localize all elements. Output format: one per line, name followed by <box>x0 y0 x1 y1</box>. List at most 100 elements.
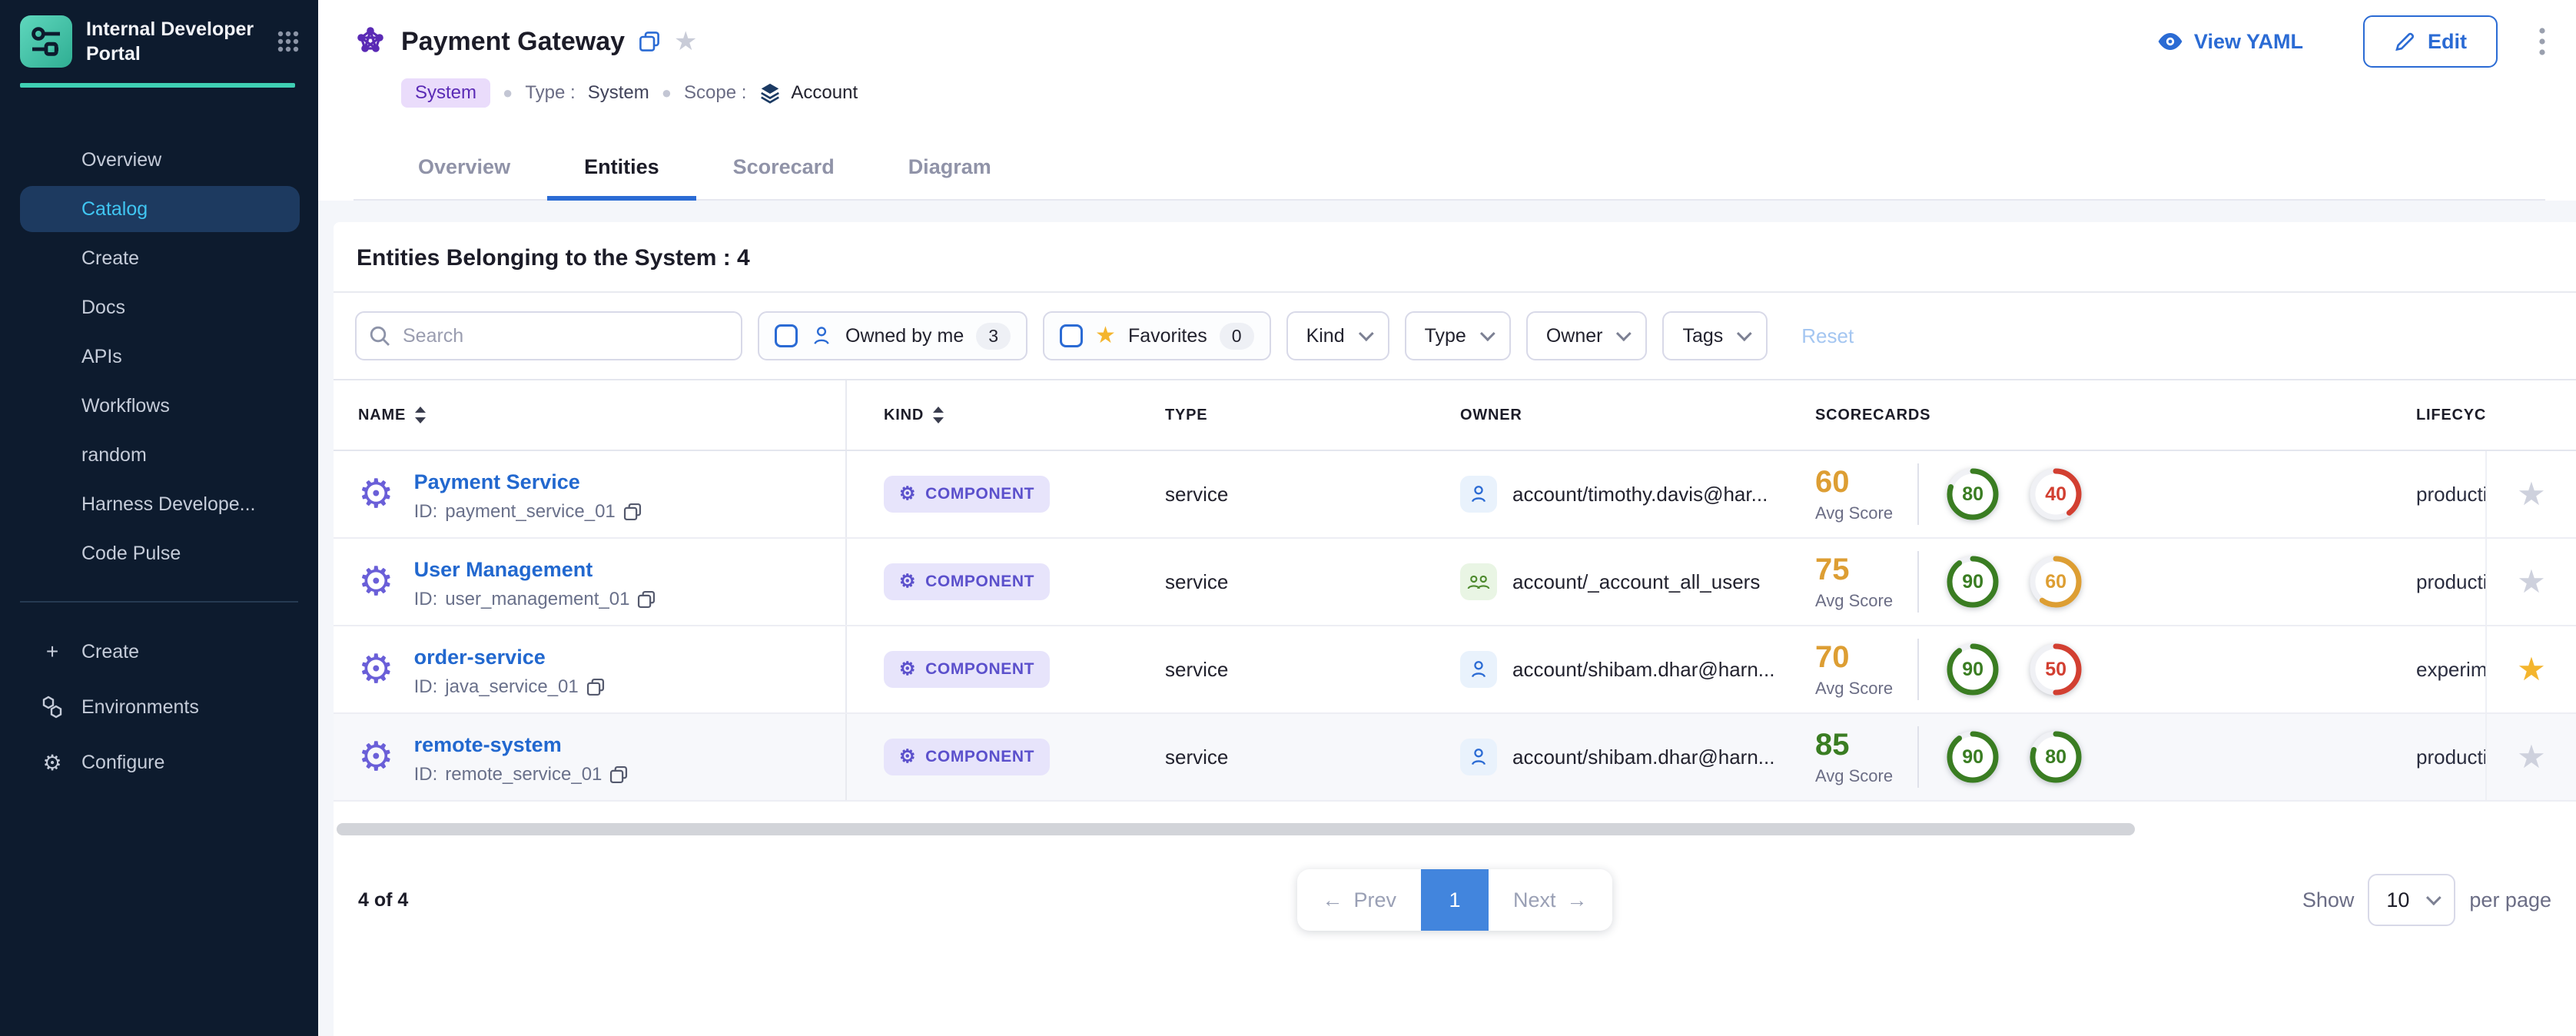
component-gear-icon: ⚙ <box>358 562 394 602</box>
entity-id: java_service_01 <box>445 676 578 698</box>
type-label: Type : <box>525 82 575 104</box>
tab-overview[interactable]: Overview <box>381 138 547 199</box>
favorite-star[interactable]: ★ <box>2517 741 2546 773</box>
edit-label: Edit <box>2428 30 2467 54</box>
column-header-scorecards[interactable]: SCORECARDS <box>1797 407 2398 424</box>
scorecard-gauge[interactable]: 60 <box>2027 553 2085 611</box>
tab-diagram[interactable]: Diagram <box>871 138 1028 199</box>
sidebar-create-button[interactable]: + Create <box>20 629 300 675</box>
sidebar-item-apis[interactable]: APIs <box>20 334 300 380</box>
kind-dropdown[interactable]: Kind <box>1286 311 1389 360</box>
sidebar-item-harness-developer[interactable]: Harness Develope... <box>20 481 300 527</box>
view-yaml-label: View YAML <box>2194 30 2303 54</box>
scorecard-gauge[interactable]: 90 <box>1944 553 2002 611</box>
owned-by-me-checkbox[interactable] <box>775 324 798 347</box>
entity-name-link[interactable]: Payment Service <box>414 470 580 493</box>
edit-button[interactable]: Edit <box>2363 15 2498 68</box>
column-header-kind[interactable]: KIND <box>847 407 1147 424</box>
user-icon <box>810 324 833 347</box>
scorecards-cell: 70 Avg Score 90 50 <box>1797 626 2398 712</box>
tab-bar: Overview Entities Scorecard Diagram <box>354 138 2545 201</box>
table-footer: 4 of 4 ← Prev 1 Next → Show <box>334 869 2576 931</box>
tags-dropdown[interactable]: Tags <box>1662 311 1768 360</box>
scorecard-gauge[interactable]: 90 <box>1944 640 2002 699</box>
sidebar-item-workflows[interactable]: Workflows <box>20 383 300 429</box>
sidebar-environments-button[interactable]: Environments <box>20 684 300 730</box>
tab-scorecard[interactable]: Scorecard <box>696 138 871 199</box>
table-row[interactable]: ⚙ order-service ID:java_service_01 ⚙COMP <box>334 626 2576 714</box>
scorecard-gauge[interactable]: 40 <box>2027 465 2085 523</box>
scorecard-gauge[interactable]: 80 <box>2027 728 2085 786</box>
avg-score-label: Avg Score <box>1815 679 1893 699</box>
favorite-star[interactable]: ★ <box>2517 478 2546 510</box>
favorite-star[interactable]: ★ <box>2517 653 2546 686</box>
owned-by-me-filter[interactable]: Owned by me 3 <box>758 311 1027 360</box>
table-header: NAME KIND TYPE OWNER SCORECARDS L <box>334 380 2576 451</box>
avg-score-label: Avg Score <box>1815 766 1893 786</box>
copy-icon[interactable] <box>637 590 656 609</box>
scorecards-cell: 60 Avg Score 80 40 <box>1797 451 2398 537</box>
page-size-select[interactable]: 10 <box>2368 874 2455 926</box>
entity-type: service <box>1147 451 1442 537</box>
scorecard-gauge[interactable]: 90 <box>1944 728 2002 786</box>
entity-lifecycle: production <box>2398 539 2485 625</box>
type-dropdown[interactable]: Type <box>1405 311 1511 360</box>
column-header-owner[interactable]: OWNER <box>1442 407 1797 424</box>
column-header-type[interactable]: TYPE <box>1147 407 1442 424</box>
column-header-name[interactable]: NAME <box>334 380 847 450</box>
reset-filters-link[interactable]: Reset <box>1801 324 1854 348</box>
divider <box>1917 726 1919 788</box>
layers-icon <box>759 81 782 105</box>
module-grid-icon[interactable] <box>277 30 300 53</box>
owner-path: account/timothy.davis@har... <box>1512 483 1768 506</box>
prev-page-button[interactable]: ← Prev <box>1297 869 1421 931</box>
favorites-checkbox[interactable] <box>1060 324 1083 347</box>
copy-icon[interactable] <box>586 678 605 696</box>
copy-icon[interactable] <box>623 503 642 521</box>
kind-dropdown-label: Kind <box>1306 325 1345 347</box>
search-input[interactable] <box>355 311 742 360</box>
tab-entities[interactable]: Entities <box>547 138 696 199</box>
sidebar-item-random[interactable]: random <box>20 432 300 478</box>
sidebar-item-overview[interactable]: Overview <box>20 137 300 183</box>
plus-icon: + <box>40 639 65 664</box>
owner-path: account/shibam.dhar@harn... <box>1512 745 1774 769</box>
chevron-down-icon <box>1616 326 1632 341</box>
favorite-star[interactable]: ★ <box>2517 566 2546 598</box>
table-row[interactable]: ⚙ User Management ID:user_management_01 <box>334 539 2576 626</box>
divider <box>1917 551 1919 613</box>
more-options-kebab-icon[interactable] <box>2539 28 2545 55</box>
column-header-lifecycle[interactable]: LIFECYCLE <box>2398 407 2485 424</box>
chevron-down-icon <box>1359 326 1374 341</box>
owner-dropdown[interactable]: Owner <box>1526 311 1648 360</box>
sidebar-item-catalog[interactable]: Catalog <box>20 186 300 232</box>
kind-badge: ⚙COMPONENT <box>884 476 1050 513</box>
page-title: Payment Gateway <box>401 27 625 57</box>
entity-name-link[interactable]: remote-system <box>414 733 562 756</box>
sidebar-item-code-pulse[interactable]: Code Pulse <box>20 530 300 576</box>
sidebar-item-create[interactable]: Create <box>20 235 300 281</box>
scorecard-gauge[interactable]: 50 <box>2027 640 2085 699</box>
table-row[interactable]: ⚙ Payment Service ID:payment_service_01 <box>334 451 2576 539</box>
owner-user-icon <box>1460 739 1497 775</box>
entity-name-link[interactable]: User Management <box>414 558 593 581</box>
table-row[interactable]: ⚙ remote-system ID:remote_service_01 ⚙CO <box>334 714 2576 802</box>
sidebar-configure-button[interactable]: ⚙ Configure <box>20 739 300 785</box>
entity-name-link[interactable]: order-service <box>414 646 546 669</box>
favorite-title-star-icon[interactable]: ★ <box>674 28 697 55</box>
view-yaml-button[interactable]: View YAML <box>2157 30 2303 54</box>
tags-dropdown-label: Tags <box>1682 325 1723 347</box>
pencil-icon <box>2394 31 2415 52</box>
owner-user-icon <box>1460 651 1497 688</box>
dot-separator: ● <box>662 83 672 103</box>
copy-icon[interactable] <box>609 765 628 784</box>
scorecard-gauge[interactable]: 80 <box>1944 465 2002 523</box>
entity-id-line: ID:user_management_01 <box>414 589 656 610</box>
horizontal-scrollbar-thumb[interactable] <box>337 823 2135 835</box>
entity-owner: account/shibam.dhar@harn... <box>1442 714 1797 800</box>
favorites-filter[interactable]: ★ Favorites 0 <box>1043 311 1271 360</box>
copy-title-icon[interactable] <box>639 31 660 52</box>
current-page-button[interactable]: 1 <box>1421 869 1489 931</box>
sidebar-item-docs[interactable]: Docs <box>20 284 300 330</box>
next-page-button[interactable]: Next → <box>1489 869 1612 931</box>
